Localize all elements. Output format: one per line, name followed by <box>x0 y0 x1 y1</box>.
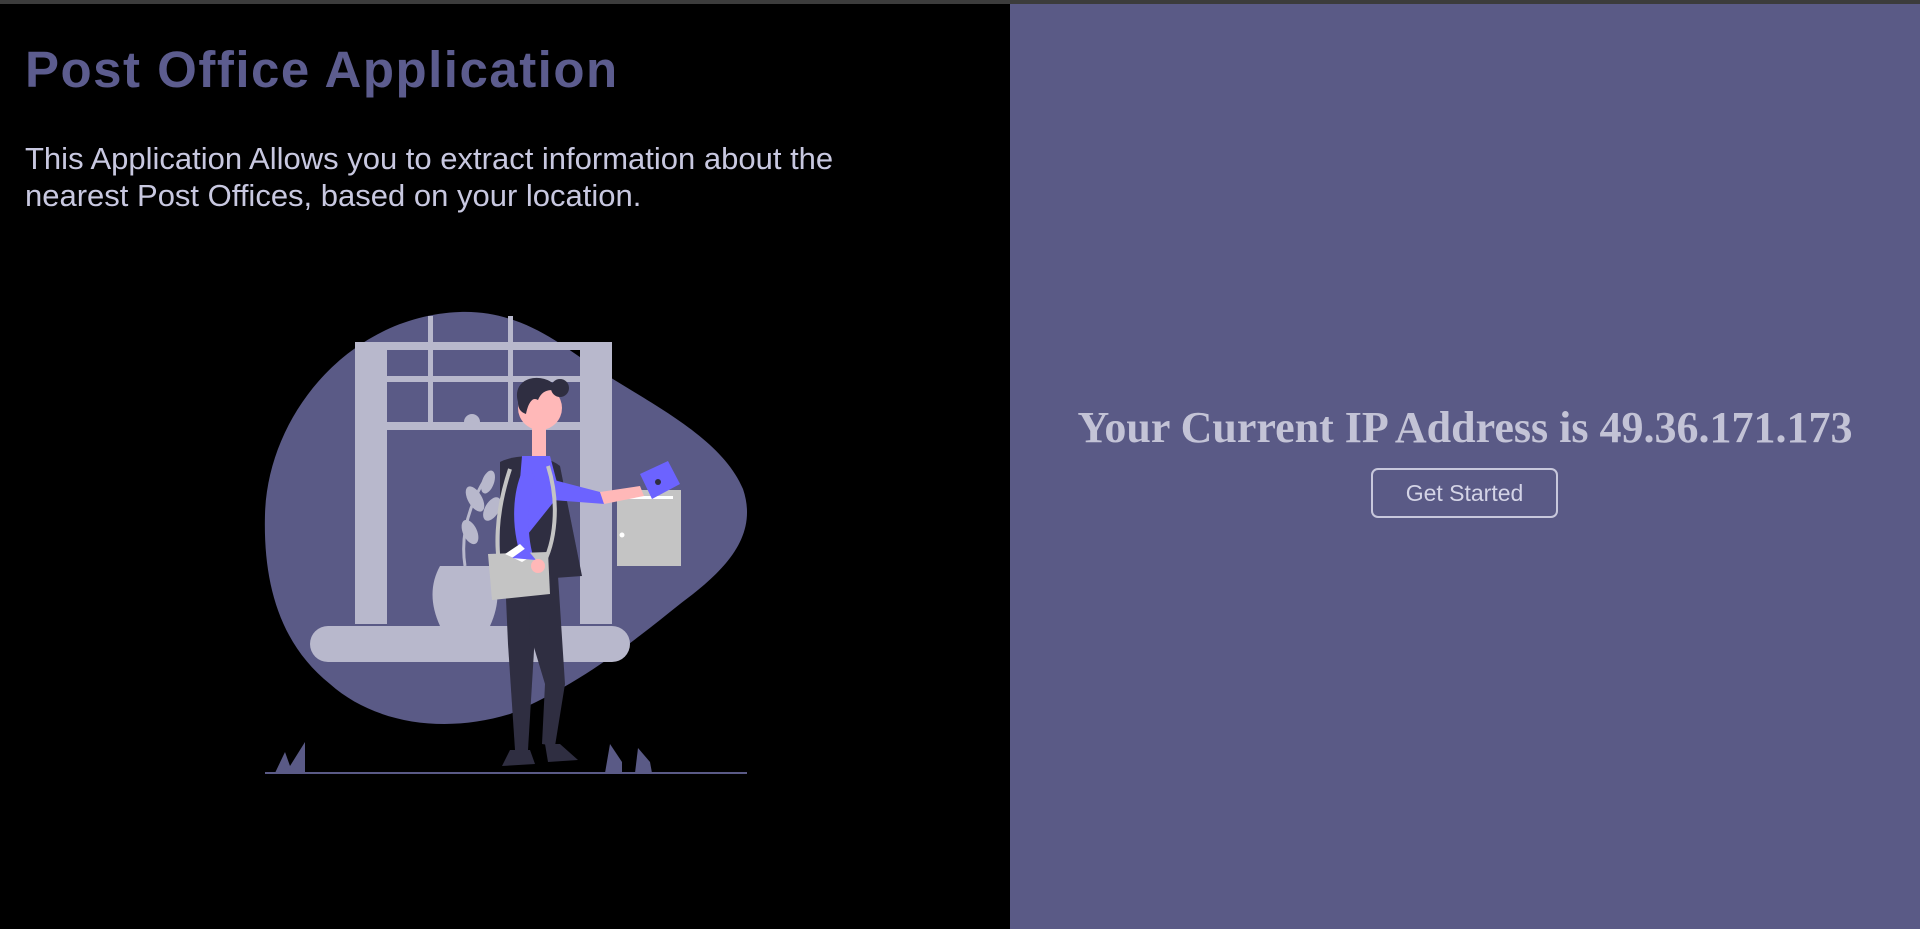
mailman-illustration <box>264 311 748 774</box>
intro-panel: Post Office Application This Application… <box>0 4 1010 929</box>
ip-value: 49.36.171.173 <box>1599 403 1853 452</box>
get-started-button[interactable]: Get Started <box>1371 468 1558 518</box>
app-description: This Application Allows you to extract i… <box>25 141 834 213</box>
ip-address-heading: Your Current IP Address is 49.36.171.173 <box>1010 402 1920 453</box>
mailbox <box>617 490 681 566</box>
ip-label: Your Current IP Address is <box>1077 403 1589 452</box>
page-title: Post Office Application <box>25 41 619 98</box>
plant-pot <box>432 566 498 626</box>
ip-panel <box>1010 4 1920 929</box>
